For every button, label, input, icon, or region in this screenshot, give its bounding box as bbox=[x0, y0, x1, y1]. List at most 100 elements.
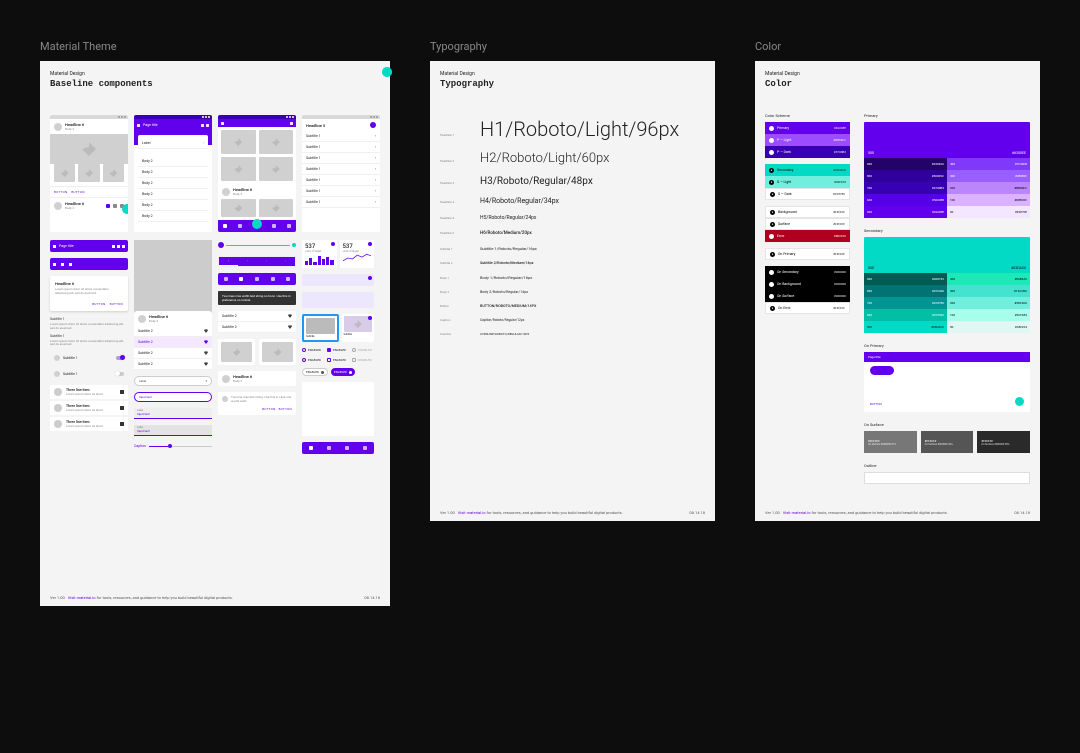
home-icon[interactable] bbox=[61, 263, 64, 266]
menu-icon[interactable] bbox=[221, 122, 224, 125]
bottom-nav bbox=[218, 273, 296, 285]
typography-page: Material Design Typography Headline 1 H1… bbox=[430, 61, 715, 521]
bottom-nav bbox=[302, 442, 374, 454]
heart-icon bbox=[309, 446, 313, 450]
bottom-nav bbox=[218, 220, 296, 232]
more-icon[interactable] bbox=[206, 124, 209, 127]
type-row: Caption Caption/Roboto/Regular/12px bbox=[440, 318, 705, 322]
app-bar: Page title bbox=[134, 119, 212, 131]
swatch: ●S — Light#66FFF8 bbox=[765, 176, 850, 188]
secondary-tonal: 500#03DAC6900#003732400#00B3A6800#016460… bbox=[864, 237, 1030, 333]
chip-outlined[interactable]: Input text bbox=[134, 392, 212, 402]
swatch: 200#BB86FC bbox=[947, 182, 1030, 194]
pill[interactable] bbox=[870, 366, 894, 375]
swatch: 300#985EFF bbox=[947, 170, 1030, 182]
text-field[interactable]: LabelInput text bbox=[134, 425, 212, 436]
hero-image bbox=[50, 134, 128, 164]
swatch: 500#6200EE bbox=[864, 206, 947, 218]
search-icon[interactable] bbox=[53, 263, 56, 266]
type-row: Button BUTTON/ROBOTO/MEDIUM/14PX bbox=[440, 304, 705, 308]
heart-icon[interactable] bbox=[106, 204, 110, 208]
swatch: 600#019592 bbox=[864, 309, 947, 321]
share-icon[interactable] bbox=[113, 204, 117, 208]
switch-row[interactable]: Subtitle 1 bbox=[50, 369, 128, 379]
avatar bbox=[54, 123, 62, 131]
chip[interactable]: ENABLED bbox=[302, 368, 328, 376]
radio-group: ENABLED ENABLED DISABLED ENABLED ENABLED… bbox=[302, 348, 374, 362]
type-row: Body 1 Body 1/Roboto/Regular/16px bbox=[440, 275, 705, 280]
text-button[interactable]: BUTTON bbox=[54, 190, 67, 194]
text-button[interactable]: BUTTON bbox=[71, 190, 84, 194]
settings-icon[interactable] bbox=[69, 263, 72, 266]
menu-icon[interactable] bbox=[137, 124, 140, 127]
artboard-purple-list: Page title Label› Body 2 Body 2 bbox=[134, 115, 212, 232]
list-item[interactable]: Subtitle 1› bbox=[302, 164, 380, 175]
chip-label[interactable]: Label▾ bbox=[134, 376, 212, 386]
download-icon[interactable] bbox=[112, 245, 115, 248]
more-icon[interactable] bbox=[290, 122, 293, 125]
material-page: Material Design Baseline components Head… bbox=[40, 61, 390, 606]
search-icon[interactable] bbox=[117, 245, 120, 248]
chip[interactable]: ENABLED bbox=[331, 368, 355, 376]
text-button[interactable]: BUTTON bbox=[870, 402, 882, 406]
row-artboards: Headline 6Body 2 BUTTON BUTTON bbox=[50, 115, 380, 232]
type-row: Body 2 Body 2/Roboto/Regular/14px bbox=[440, 290, 705, 294]
swatch: ●P — Light#BB86FC bbox=[765, 134, 850, 146]
type-row: Subtitle 2 Subtitle 2/Roboto/Medium/14px bbox=[440, 261, 705, 265]
design-canvas: Material Theme Material Design Baseline … bbox=[40, 40, 1040, 606]
on-surface-swatches: #FFFFFFOn Surface #000000 87%#FFFFFFOn S… bbox=[864, 431, 1030, 453]
list-item[interactable]: Subtitle 1› bbox=[302, 142, 380, 153]
swatch: 700#018786 bbox=[864, 297, 947, 309]
fab[interactable] bbox=[1015, 397, 1024, 406]
swatch: 300#14CCBA bbox=[947, 285, 1030, 297]
swatch: 100#9CF6E4 bbox=[947, 309, 1030, 321]
list-item[interactable]: Subtitle 1› bbox=[302, 197, 380, 208]
fab[interactable] bbox=[122, 204, 128, 214]
swatch: 700#3700B3 bbox=[864, 182, 947, 194]
color-label: Color bbox=[755, 40, 1040, 53]
more-icon[interactable] bbox=[122, 245, 125, 248]
type-row: Headline 6 H6/Roboto/Medium/20px bbox=[440, 231, 705, 236]
swatch: ●On Background#000000 bbox=[765, 278, 850, 290]
swatch-big: 500#03DAC6 bbox=[864, 237, 1030, 273]
type-row: Headline 1 H1/Roboto/Light/96px bbox=[440, 117, 705, 141]
text-button[interactable]: BUTTON bbox=[110, 302, 123, 306]
typography-body: Headline 1 H1/Roboto/Light/96px Headline … bbox=[440, 117, 705, 336]
artboard-image-grid: Headline 6Body 2 bbox=[218, 115, 296, 232]
type-row: Headline 2 H2/Roboto/Light/60px bbox=[440, 151, 705, 166]
card[interactable]: Subtitle bbox=[342, 314, 375, 342]
list-item[interactable]: Subtitle 1› bbox=[302, 186, 380, 197]
artboard-subtitle-list: Headline 5 Subtitle 1›Subtitle 1›Subtitl… bbox=[302, 115, 380, 232]
list-item[interactable]: Subtitle 1› bbox=[302, 131, 380, 142]
material-body: Headline 6Body 2 BUTTON BUTTON bbox=[50, 115, 380, 454]
bottom-sheet[interactable]: Headline 6Body 2 Subtitle 2 Subtitle 2 S… bbox=[134, 311, 212, 370]
material-column: Material Theme Material Design Baseline … bbox=[40, 40, 390, 606]
material-label: Material Theme bbox=[40, 40, 390, 53]
list-item[interactable]: Subtitle 1› bbox=[302, 153, 380, 164]
swatch: ●P — Dark#3700B3 bbox=[765, 146, 850, 158]
bookmark-icon bbox=[120, 390, 124, 394]
text-field[interactable]: LabelInput text bbox=[134, 408, 212, 419]
text-button[interactable]: BUTTON bbox=[92, 302, 105, 306]
fab-mini[interactable] bbox=[370, 122, 376, 128]
row-components: Page title Hea bbox=[50, 240, 380, 454]
switch-row[interactable]: Subtitle 1 bbox=[50, 353, 128, 363]
three-line-list: Three line itemLorem ipsum dolor sit ame… bbox=[50, 385, 128, 433]
selected-card[interactable]: Subtitle bbox=[302, 314, 339, 342]
card-header: Headline 6Body 2 bbox=[218, 371, 296, 386]
chip-row: ENABLED ENABLED bbox=[302, 368, 374, 376]
fab[interactable] bbox=[252, 219, 262, 229]
media-card[interactable] bbox=[218, 339, 255, 365]
swatch: 400#00B3A6 bbox=[947, 273, 1030, 285]
stepper[interactable] bbox=[218, 240, 296, 250]
media-card[interactable] bbox=[259, 339, 296, 365]
type-row: Overline OVERLINE/ROBOTO/REGULAR/10PX bbox=[440, 332, 705, 336]
primary-tonal: 500#6200EE900#23036A400#7F39FB800#30009C… bbox=[864, 122, 1030, 218]
swatch: 800#016460 bbox=[864, 285, 947, 297]
list-item[interactable]: Subtitle 1› bbox=[302, 175, 380, 186]
fab[interactable] bbox=[382, 67, 392, 77]
color-page: Material Design Color Color Scheme ●Prim… bbox=[755, 61, 1040, 521]
search-icon[interactable] bbox=[201, 124, 204, 127]
slider[interactable]: Caption bbox=[134, 442, 212, 450]
menu-popup: Subtitle 2 Subtitle 2 bbox=[218, 311, 296, 333]
